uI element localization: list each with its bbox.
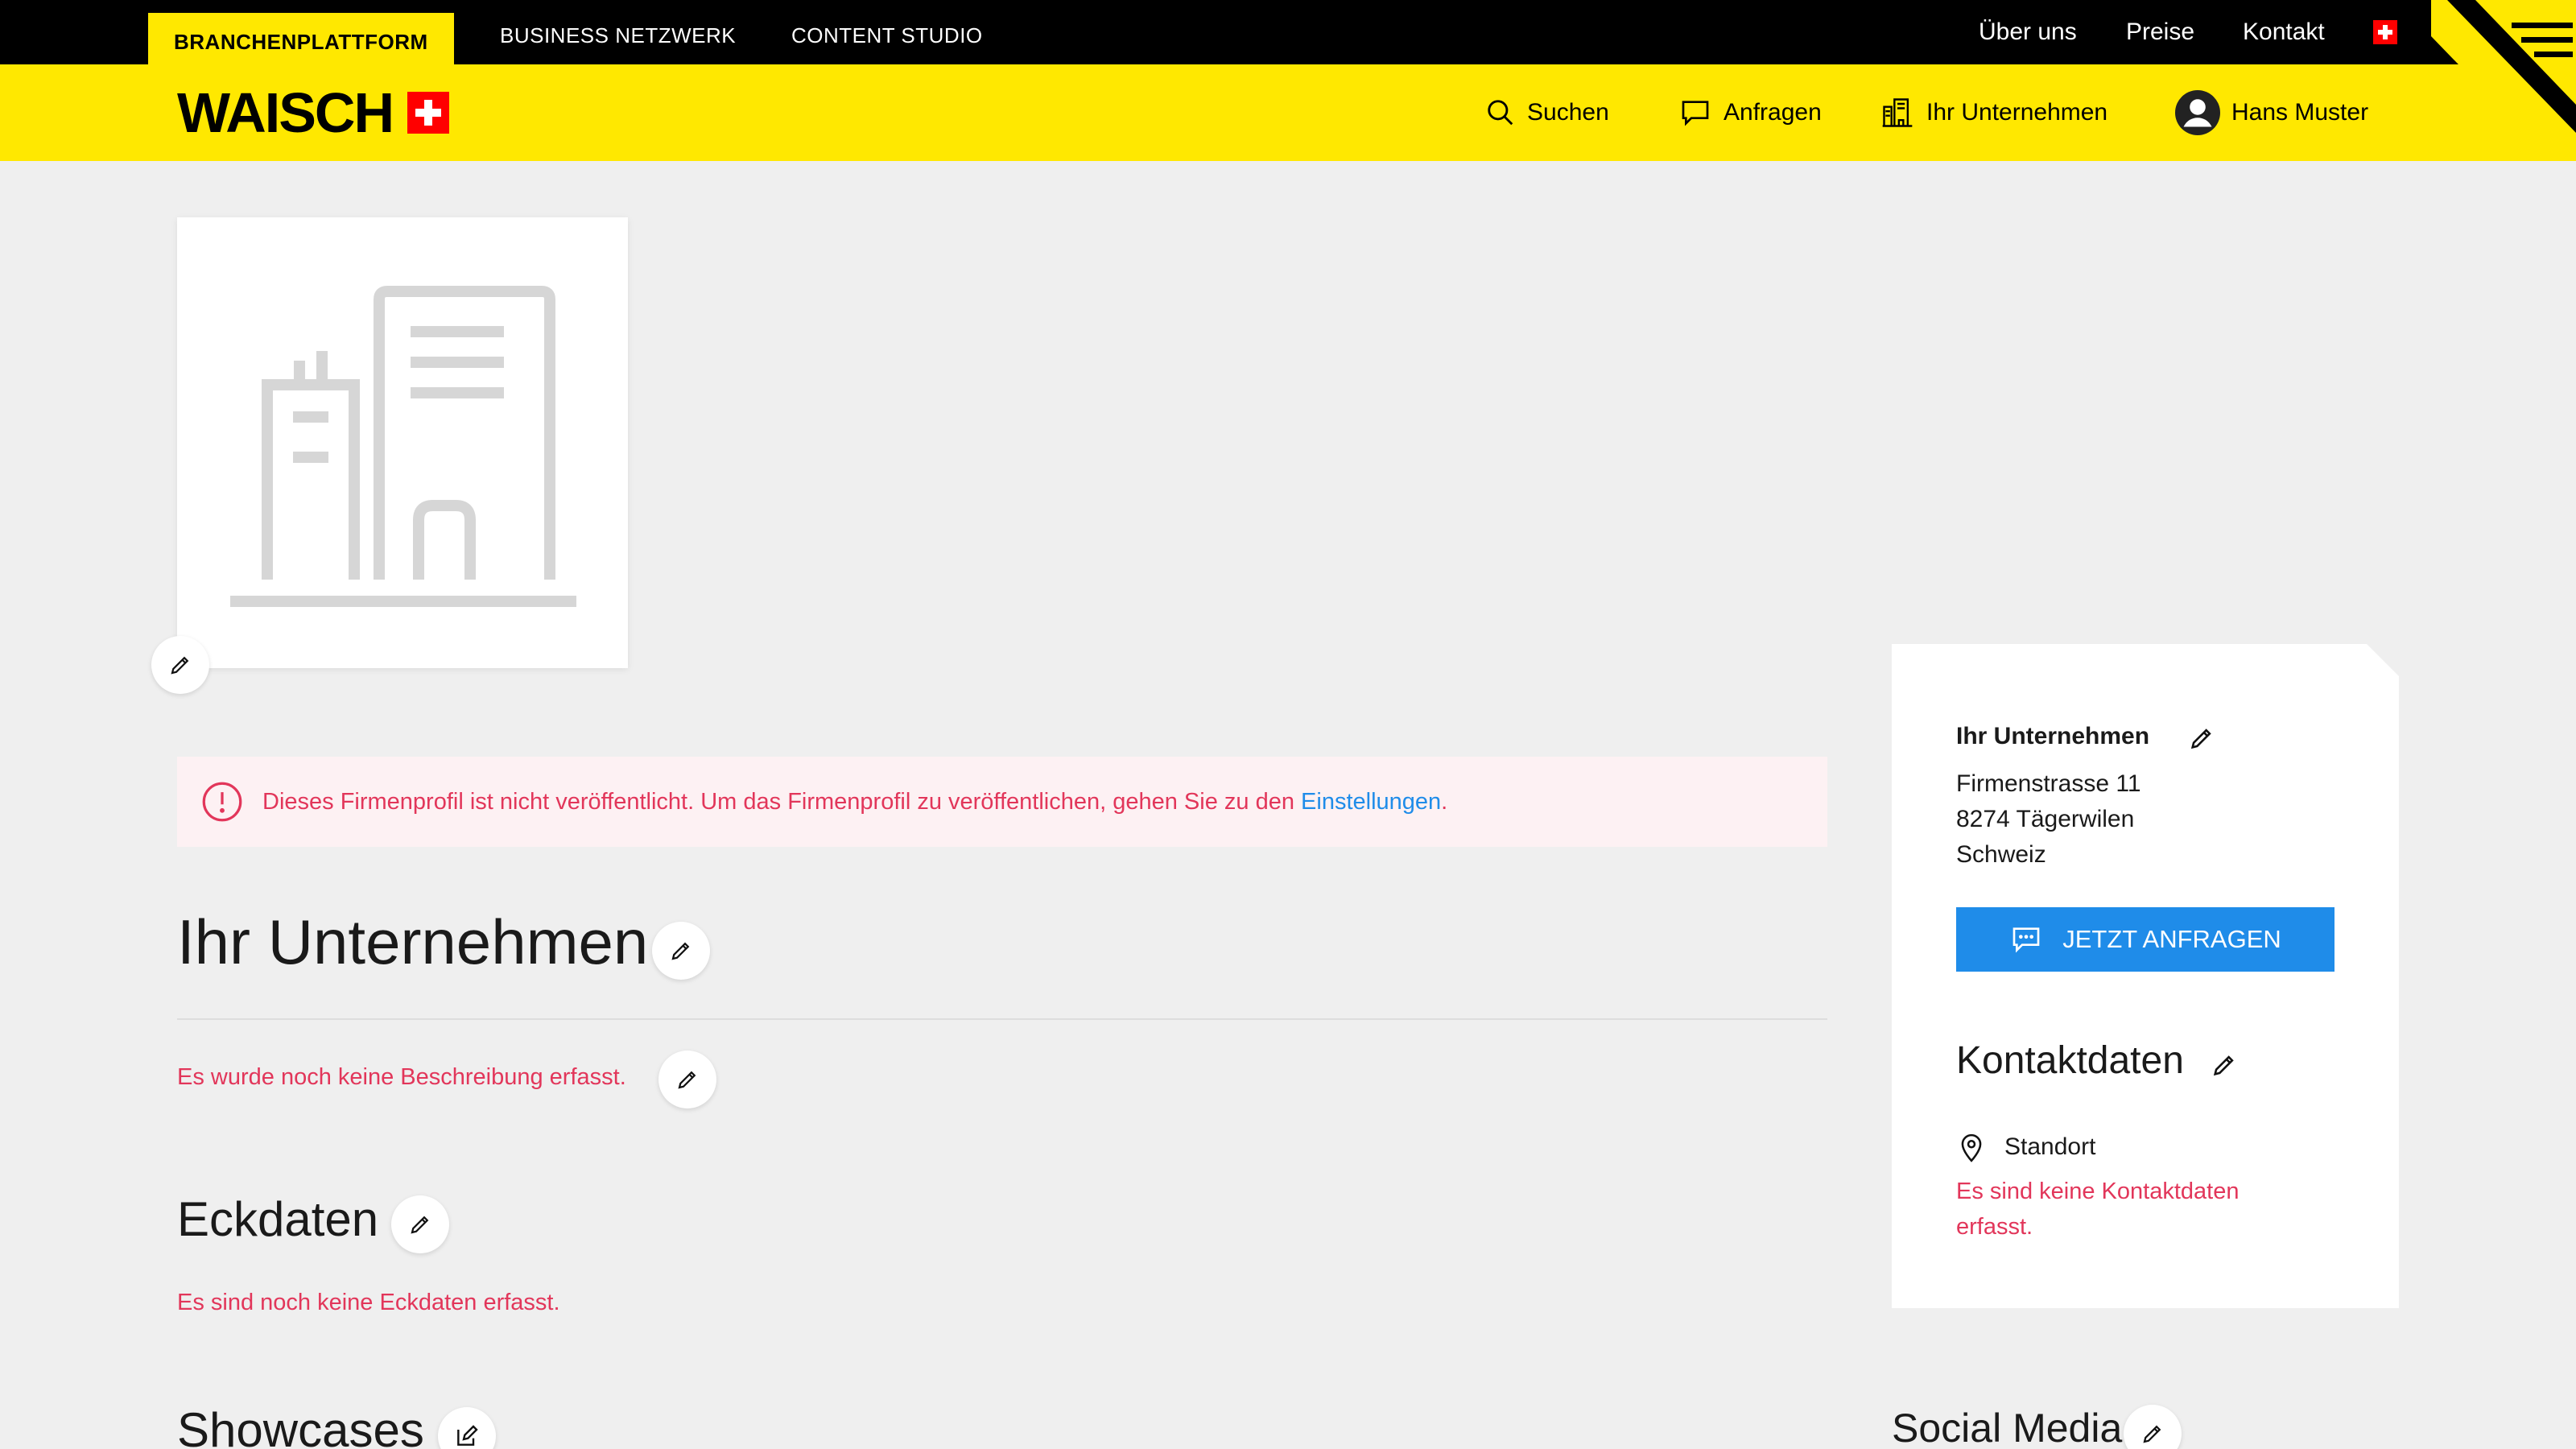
edit-logo-button[interactable] [151,636,209,694]
page-title: Ihr Unternehmen [177,906,649,977]
chat-dots-icon [2013,927,2040,953]
language-flag-icon[interactable] [2373,20,2397,48]
address-city: 8274 Tägerwilen [1956,806,2135,832]
pencil-icon [671,942,690,960]
warning-icon [202,782,242,822]
edit-social-media-button[interactable] [2124,1405,2182,1449]
edit-square-icon [457,1425,478,1446]
avatar-icon [2175,90,2220,135]
no-keydata-text: Es sind noch keine Eckdaten erfasst. [177,1290,560,1315]
no-contact-text: Es sind keine Kontaktdaten erfasst. [1956,1179,2240,1240]
brand-wordmark: WAISCH [177,81,394,144]
link-ueber-uns[interactable]: Über uns [1979,0,2077,64]
edit-title-button[interactable] [652,922,710,980]
unpublished-alert: Dieses Firmenprofil ist nicht veröffentl… [177,757,1827,847]
tab-business-netzwerk[interactable]: BUSINESS NETZWERK [500,0,736,64]
company-logo-placeholder [177,217,628,668]
nav-company[interactable]: Ihr Unternehmen [1880,89,2107,137]
nav-search-label: Suchen [1527,99,1609,126]
pencil-icon [2143,1425,2161,1443]
brand-logo[interactable]: WAISCH [177,80,449,145]
social-media-heading: Social Media [1892,1406,2123,1449]
location-pin-icon [1961,1133,1982,1162]
showcases-heading: Showcases [177,1403,424,1449]
nav-user[interactable]: Hans Muster [2175,89,2368,137]
no-description-text: Es wurde noch keine Beschreibung erfasst… [177,1064,626,1090]
address-country: Schweiz [1956,841,2046,868]
link-kontakt[interactable]: Kontakt [2243,0,2325,64]
swiss-flag-icon [407,92,449,134]
keydata-heading: Eckdaten [177,1192,379,1246]
top-bar: BRANCHENPLATTFORM BUSINESS NETZWERK CONT… [0,0,2576,64]
card-company-name: Ihr Unternehmen [1956,723,2150,749]
request-now-button[interactable]: JETZT ANFRAGEN [1956,907,2334,972]
edit-description-button[interactable] [658,1051,716,1108]
address-street: Firmenstrasse 11 [1956,770,2141,797]
tab-content-studio[interactable]: CONTENT STUDIO [791,0,983,64]
nav-requests[interactable]: Anfragen [1678,89,1822,137]
pencil-icon [171,656,189,675]
contact-heading: Kontaktdaten [1956,1039,2184,1082]
location-label: Standort [2004,1133,2096,1160]
request-now-label: JETZT ANFRAGEN [2062,925,2281,953]
settings-link[interactable]: Einstellungen [1301,789,1441,815]
pencil-icon [678,1071,696,1089]
nav-search[interactable]: Suchen [1485,89,1609,137]
company-contact-card: Ihr Unternehmen Firmenstrasse 11 8274 Tä… [1892,644,2399,1308]
pencil-icon[interactable] [2211,1051,2238,1079]
edit-showcases-button[interactable] [438,1407,496,1449]
pencil-icon[interactable] [2188,724,2215,752]
link-preise[interactable]: Preise [2126,0,2194,64]
building-icon [1882,98,1913,127]
menu-corner[interactable] [2431,0,2576,161]
title-divider [177,1018,1827,1020]
building-placeholder-icon [230,286,576,607]
nav-user-label: Hans Muster [2231,99,2369,126]
pencil-icon [411,1216,429,1234]
nav-company-label: Ihr Unternehmen [1926,99,2108,126]
tab-branchenplattform[interactable]: BRANCHENPLATTFORM [148,13,454,64]
nav-requests-label: Anfragen [1724,99,1822,126]
alert-message: Dieses Firmenprofil ist nicht veröffentl… [262,788,1448,815]
chat-icon [1682,101,1709,126]
search-icon [1488,100,1513,126]
edit-keydata-button[interactable] [391,1195,449,1253]
